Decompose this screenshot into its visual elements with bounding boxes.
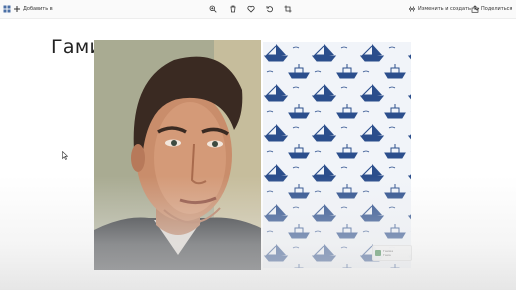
share-label: Поделиться: [481, 5, 513, 12]
crop-icon: [283, 5, 292, 14]
rotate-button[interactable]: [265, 0, 274, 18]
grid-icon: [2, 5, 11, 14]
crop-button[interactable]: [283, 0, 292, 18]
menu-button[interactable]: [2, 0, 11, 18]
trash-icon: [228, 5, 237, 14]
edit-create-label: Изменить и создать: [418, 5, 471, 12]
boat-pattern-image[interactable]: [263, 42, 411, 268]
share-icon: [470, 5, 479, 14]
favorite-button[interactable]: [246, 0, 255, 18]
portrait-image[interactable]: [94, 40, 261, 270]
mouse-cursor-icon: [62, 151, 68, 160]
watermark-badge: Гамма Гама: [372, 245, 412, 261]
edit-icon: [407, 5, 416, 14]
heart-icon: [246, 5, 255, 14]
rotate-icon: [265, 5, 274, 14]
badge-line2: Гама: [383, 253, 391, 257]
add-to-label: Добавить в: [23, 5, 53, 12]
add-to-button[interactable]: Добавить в: [12, 0, 53, 18]
plus-icon: [12, 5, 21, 14]
delete-button[interactable]: [228, 0, 237, 18]
zoom-in-button[interactable]: [208, 0, 217, 18]
badge-logo-icon: [375, 250, 381, 256]
top-toolbar: Добавить в Изменить и создать Поделиться: [0, 0, 516, 19]
share-button[interactable]: Поделиться: [470, 0, 512, 18]
zoom-in-icon: [208, 5, 217, 14]
